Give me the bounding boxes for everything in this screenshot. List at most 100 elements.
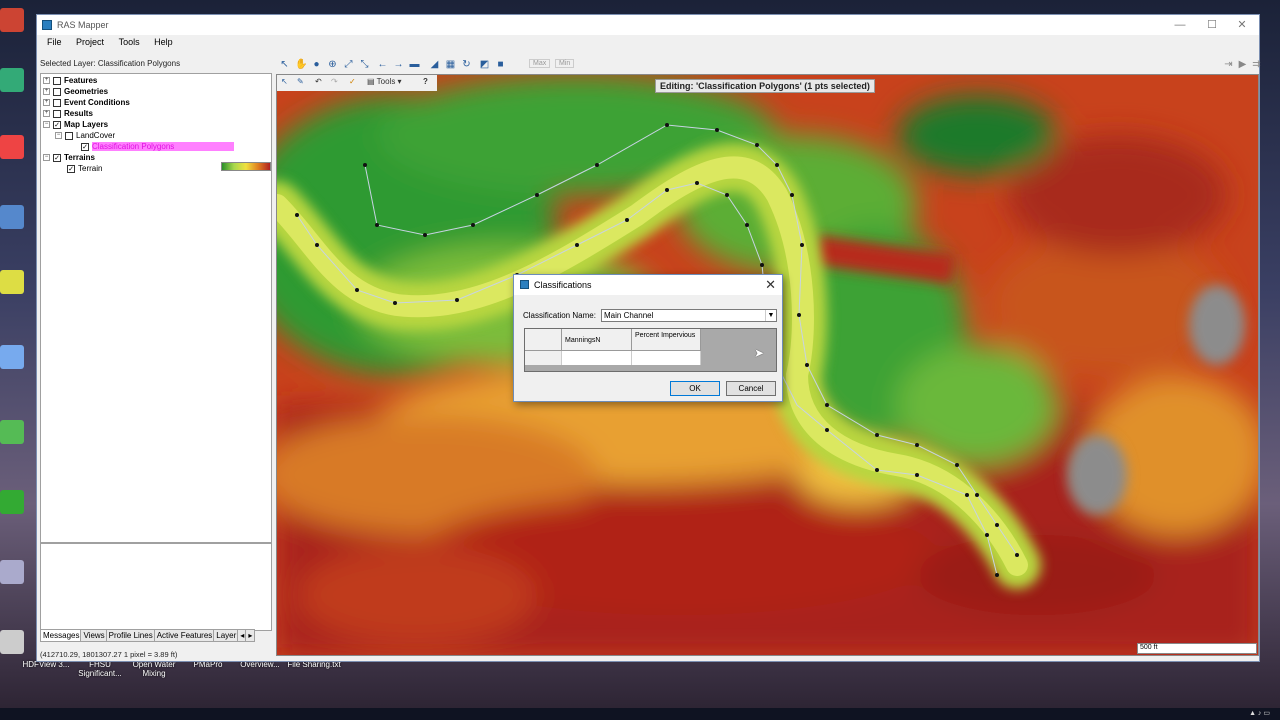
dialog-title: Classifications <box>534 280 592 290</box>
checkbox[interactable] <box>53 87 61 96</box>
undo-icon[interactable]: ↶ <box>315 77 322 86</box>
tree-item-terrain[interactable]: Terrain <box>67 163 102 174</box>
ok-button[interactable]: OK <box>670 381 720 396</box>
grid-header-percent-impervious[interactable]: Percent Impervious <box>632 329 701 351</box>
globe-icon[interactable]: ● <box>311 59 322 70</box>
select-edit-icon[interactable]: ↖ <box>281 77 288 86</box>
tab-views[interactable]: Views <box>80 629 108 642</box>
classifications-dialog: Classifications ✕ Classification Name: M… <box>513 274 783 402</box>
menu-project[interactable]: Project <box>70 35 110 49</box>
pan-icon[interactable]: ✋ <box>295 59 307 70</box>
tree-item-terrains[interactable]: −Terrains <box>43 152 95 163</box>
classification-name-combobox[interactable]: Main Channel ▼ <box>601 309 777 322</box>
checkbox[interactable] <box>53 153 61 162</box>
zoom-extents-icon[interactable]: ⤢ <box>343 59 354 70</box>
measure-icon[interactable]: ◢ <box>429 59 440 70</box>
menu-help[interactable]: Help <box>148 35 179 49</box>
dialog-title-bar[interactable]: Classifications ✕ <box>514 275 782 295</box>
desktop-app-icon[interactable] <box>0 630 24 654</box>
tree-item-landcover[interactable]: − LandCover <box>55 130 115 141</box>
tab-scroll-right-icon[interactable]: ▸ <box>245 629 256 642</box>
play-icon[interactable]: ▶ <box>1237 59 1248 70</box>
desktop-app-icon[interactable] <box>0 205 24 229</box>
tab-active-features[interactable]: Active Features <box>153 629 216 642</box>
panel-tabs: Messages Views Profile Lines Active Feature… <box>40 629 272 642</box>
tree-item-results[interactable]: + Results <box>43 108 93 119</box>
menu-bar: File Project Tools Help <box>37 35 1259 51</box>
pointer-icon[interactable]: ↖ <box>279 59 290 70</box>
expander-icon[interactable]: + <box>43 110 50 118</box>
menu-file[interactable]: File <box>41 35 68 49</box>
grid-cell-manningsn[interactable] <box>562 351 632 365</box>
zoom-in-icon[interactable]: ⊕ <box>327 59 338 70</box>
expander-icon[interactable]: − <box>43 154 50 162</box>
add-vertex-icon[interactable]: ✎ <box>297 77 304 86</box>
grid-header-manningsn[interactable]: ManningsN <box>562 329 632 351</box>
desktop-pdf-icon[interactable] <box>0 135 24 159</box>
close-icon[interactable]: ✕ <box>1227 17 1257 33</box>
tree-item-features[interactable]: + Features <box>43 75 97 86</box>
cancel-button[interactable]: Cancel <box>726 381 776 396</box>
min-button[interactable]: Min <box>555 59 575 68</box>
checkbox[interactable] <box>53 109 61 118</box>
terrain-legend-swatch <box>221 162 271 171</box>
redo-icon[interactable]: ↷ <box>331 77 338 86</box>
desktop-app-icon[interactable] <box>0 560 24 584</box>
dialog-app-icon <box>520 280 529 289</box>
checkbox[interactable] <box>53 120 61 129</box>
tab-layer[interactable]: Layer <box>213 629 240 642</box>
desktop-label[interactable]: FHSU Significant... <box>72 660 128 678</box>
grid-row-header[interactable] <box>525 351 562 365</box>
help-button[interactable]: ? <box>423 77 428 86</box>
first-frame-icon[interactable]: ⇥ <box>1223 59 1234 70</box>
classification-name-label: Classification Name: <box>523 311 596 320</box>
checkbox[interactable] <box>67 164 75 173</box>
refresh-icon[interactable]: ↻ <box>461 59 472 70</box>
desktop-app-icon[interactable] <box>0 420 24 444</box>
ruler-icon[interactable]: ▬ <box>409 59 420 70</box>
export-icon[interactable]: ■ <box>495 59 506 70</box>
desktop-app-icon[interactable] <box>0 68 24 92</box>
accept-edit-icon[interactable]: ✓ <box>349 77 356 86</box>
title-bar[interactable]: RAS Mapper — ☐ ✕ <box>37 15 1259 35</box>
forward-arrow-icon[interactable]: → <box>393 59 404 70</box>
checkbox[interactable] <box>81 142 89 151</box>
desktop-app-icon[interactable] <box>0 345 24 369</box>
max-button[interactable]: Max <box>529 59 551 68</box>
tab-profile-lines[interactable]: Profile Lines <box>105 629 156 642</box>
expander-icon[interactable]: − <box>43 121 50 129</box>
full-extent-icon[interactable]: ⤡ <box>359 59 370 70</box>
desktop-folder-icon[interactable] <box>0 270 24 294</box>
menu-tools[interactable]: Tools <box>113 35 146 49</box>
layer-tree: + Features + Geometries + Event Conditions … <box>40 73 272 543</box>
layers-icon[interactable]: ◩ <box>479 59 490 70</box>
map-toolbar: ↖ ✋ ● ⊕ ⤢ ⤡ ← → ▬ ◢ ▦ ↻ ◩ ■ Max Min ⇥ ▶ … <box>277 57 1261 73</box>
classification-grid[interactable]: ManningsN Percent Impervious <box>524 328 777 372</box>
expander-icon[interactable]: + <box>43 88 50 96</box>
maximize-icon[interactable]: ☐ <box>1197 17 1227 33</box>
checkbox[interactable] <box>53 76 61 85</box>
tab-messages[interactable]: Messages <box>40 629 83 642</box>
chevron-down-icon[interactable]: ▼ <box>765 310 776 321</box>
tree-item-map-layers[interactable]: −Map Layers <box>43 119 108 130</box>
desktop-app-icon[interactable] <box>0 490 24 514</box>
expander-icon[interactable]: + <box>43 99 50 107</box>
expander-icon[interactable]: − <box>55 132 62 140</box>
checkbox[interactable] <box>65 131 73 140</box>
tree-item-classification-polygons[interactable]: Classification Polygons <box>81 141 235 152</box>
desktop-label[interactable]: Open Water Mixing <box>126 660 182 678</box>
tools-dropdown[interactable]: ▤ Tools ▾ <box>367 77 402 86</box>
tree-item-event-conditions[interactable]: + Event Conditions <box>43 97 130 108</box>
editing-status-label: Editing: 'Classification Polygons' (1 pt… <box>655 79 875 93</box>
grid-icon[interactable]: ▦ <box>445 59 456 70</box>
checkbox[interactable] <box>53 98 61 107</box>
grid-cell-percent-impervious[interactable] <box>632 351 701 365</box>
desktop-labels: HDFView 3... FHSU Significant... Open Wa… <box>0 660 360 686</box>
back-arrow-icon[interactable]: ← <box>377 59 388 70</box>
minimize-icon[interactable]: — <box>1165 17 1195 33</box>
tree-item-geometries[interactable]: + Geometries <box>43 86 108 97</box>
desktop-app-icon[interactable] <box>0 8 24 32</box>
expander-icon[interactable]: + <box>43 77 50 85</box>
dialog-close-icon[interactable]: ✕ <box>765 277 776 293</box>
animate-icon[interactable]: ⇉ <box>1251 59 1262 70</box>
